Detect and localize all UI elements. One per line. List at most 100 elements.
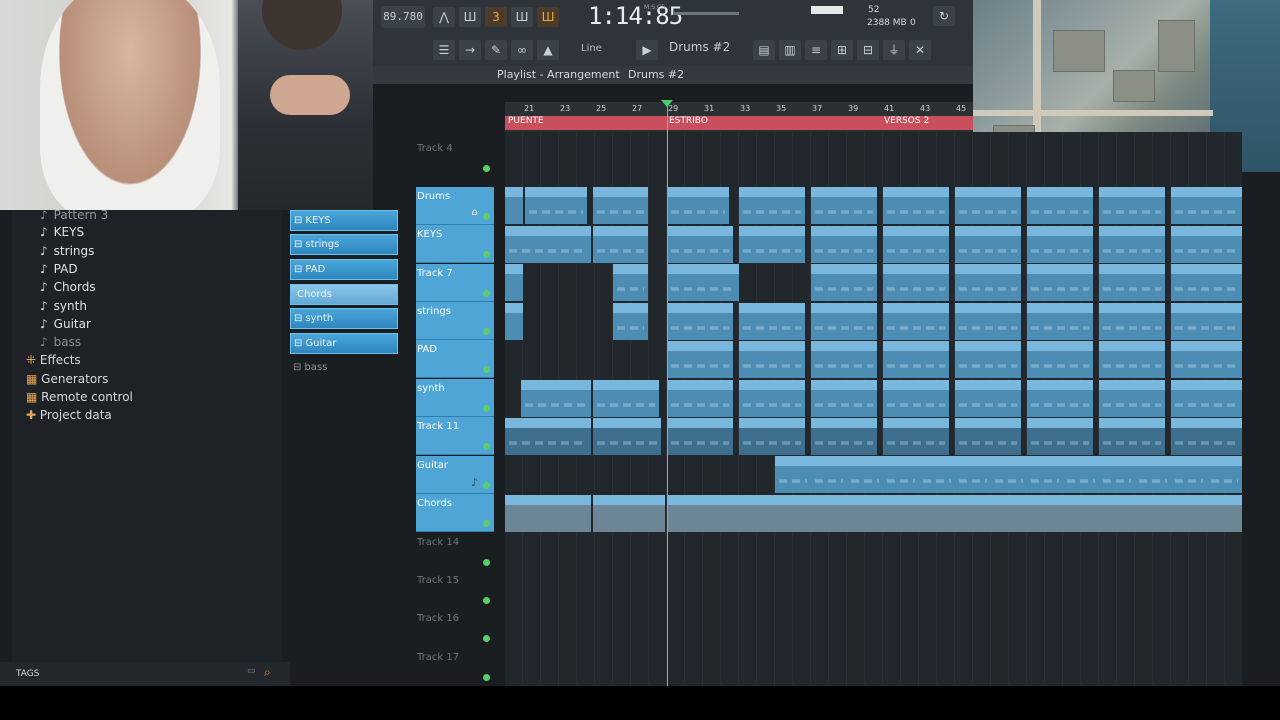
- track-header[interactable]: Track 11: [416, 417, 494, 455]
- clip-pad[interactable]: PAD: [739, 341, 805, 378]
- marker-puente[interactable]: PUENTE: [505, 116, 668, 130]
- clip-guitar[interactable]: Guitar: [919, 456, 955, 493]
- clip-chords[interactable]: Chords: [1099, 495, 1171, 532]
- folder-icon[interactable]: ▭: [247, 666, 256, 676]
- clip-bass[interactable]: bass: [1099, 418, 1165, 455]
- clip-pad[interactable]: PAD: [667, 341, 733, 378]
- timeline-ruler[interactable]: 21 23 25 27 29 31 33 35 37 39 41 43 45 P…: [505, 102, 973, 132]
- playhead[interactable]: [667, 100, 668, 690]
- picker-item[interactable]: ⊟ PAD: [290, 259, 398, 280]
- step-edit-icon[interactable]: Ш: [511, 7, 533, 27]
- clip-pattern-3[interactable]: Pattern 3: [883, 264, 949, 301]
- clip-pattern-3[interactable]: Pattern 3: [811, 264, 877, 301]
- clip-keys[interactable]: KEYS: [505, 226, 591, 263]
- clip-chords[interactable]: Chords: [667, 495, 739, 532]
- clip-drums-2[interactable]: Drums #2: [883, 187, 949, 224]
- clip-guitar[interactable]: Guitar: [775, 456, 811, 493]
- pattern-selector[interactable]: Drums #2: [669, 40, 730, 54]
- clip-drums[interactable]: Drums: [811, 187, 877, 224]
- clip-guitar[interactable]: Guitar: [847, 456, 883, 493]
- track-mute-icon[interactable]: [483, 328, 490, 335]
- clip-chords[interactable]: Chords: [739, 495, 811, 532]
- clip-pad[interactable]: PAD: [1099, 341, 1165, 378]
- clip-keys[interactable]: KEYS: [1099, 226, 1165, 263]
- clip-chords[interactable]: Chords: [505, 495, 591, 532]
- clip-drums[interactable]: Drums: [667, 187, 729, 224]
- clip-bass[interactable]: bass: [505, 418, 591, 455]
- clip-guitar[interactable]: Guitar: [1027, 456, 1063, 493]
- clip-strings[interactable]: strings: [739, 303, 805, 340]
- clip-bass[interactable]: bass: [883, 418, 949, 455]
- browser-item[interactable]: ♪ strings: [40, 244, 94, 258]
- channel-rack-icon[interactable]: ▥: [779, 40, 801, 60]
- clip-synth[interactable]: synth: [1099, 380, 1165, 417]
- arrangement-grid[interactable]: ⊟ Drums Drums Drums Drums Drums Drums #2…: [505, 132, 1242, 687]
- browser-item[interactable]: ♪ bass: [40, 335, 81, 349]
- clip-strings[interactable]: strings: [1099, 303, 1165, 340]
- track-mute-icon[interactable]: [483, 213, 490, 220]
- clip-keys[interactable]: KEYS: [1027, 226, 1093, 263]
- clip-keys[interactable]: KEYS: [955, 226, 1021, 263]
- clip-strings[interactable]: strings: [811, 303, 877, 340]
- clip-guitar[interactable]: Guitar: [1135, 456, 1171, 493]
- clip-synth[interactable]: synth: [739, 380, 805, 417]
- clip-bass[interactable]: bass: [739, 418, 805, 455]
- clip-synth[interactable]: synth: [1027, 380, 1093, 417]
- clip-bass[interactable]: bass: [667, 418, 733, 455]
- track-header[interactable]: Track 7: [416, 264, 494, 302]
- clip-chords[interactable]: Chords: [883, 495, 955, 532]
- clip-pattern-3[interactable]: Pattern 3: [1027, 264, 1093, 301]
- clip-chords[interactable]: Chords: [1171, 495, 1242, 532]
- browser-item[interactable]: ♪ synth: [40, 299, 87, 313]
- picker-item[interactable]: ⊟ strings: [290, 234, 398, 255]
- clip-guitar[interactable]: Guitar: [1063, 456, 1099, 493]
- arrow-right-icon[interactable]: →: [459, 40, 481, 60]
- track-header[interactable]: Track 16: [416, 609, 494, 646]
- clip-guitar[interactable]: Guitar: [955, 456, 991, 493]
- clip-strings[interactable]: ⊟: [505, 303, 523, 340]
- clip-pad[interactable]: PAD: [1027, 341, 1093, 378]
- clip-strings[interactable]: strings: [883, 303, 949, 340]
- track-header[interactable]: Track 17: [416, 648, 494, 685]
- track-header[interactable]: Chords: [416, 494, 494, 532]
- track-header[interactable]: KEYS: [416, 225, 494, 263]
- track-mute-icon[interactable]: [483, 165, 490, 172]
- clip-bass[interactable]: bass: [1027, 418, 1093, 455]
- browser-icon[interactable]: ⊟: [857, 40, 879, 60]
- browser-folder[interactable]: ▦ Remote control: [26, 390, 133, 404]
- track-header[interactable]: Track 15: [416, 571, 494, 608]
- clip-keys[interactable]: KEYS: [883, 226, 949, 263]
- track-mute-icon[interactable]: [483, 443, 490, 450]
- clip-synth[interactable]: synth: [667, 380, 733, 417]
- playlist-menu-icon[interactable]: ☰: [433, 40, 455, 60]
- clip-keys[interactable]: KEYS: [593, 226, 648, 263]
- track-header[interactable]: Drums ⌂: [416, 187, 494, 225]
- clip-guitar[interactable]: Guitar: [1171, 456, 1207, 493]
- track-mute-icon[interactable]: [483, 405, 490, 412]
- track-header[interactable]: Track 14: [416, 533, 494, 570]
- search-icon[interactable]: ⌕: [264, 665, 271, 680]
- browser-folder[interactable]: ▦ Generators: [26, 372, 108, 386]
- clip-chords[interactable]: Chords: [955, 495, 1027, 532]
- clip-drums[interactable]: Drums: [955, 187, 1021, 224]
- clip-bass[interactable]: bass: [955, 418, 1021, 455]
- browser-item[interactable]: ♪ Guitar: [40, 317, 91, 331]
- clip-guitar[interactable]: Guitar: [811, 456, 847, 493]
- clip-synth[interactable]: synth: [955, 380, 1021, 417]
- link-icon[interactable]: ∞: [511, 40, 533, 60]
- browser-item[interactable]: ♪ KEYS: [40, 225, 84, 239]
- clip-drums[interactable]: Drums: [593, 187, 648, 224]
- wait-input-icon[interactable]: Ш: [459, 7, 481, 27]
- clip-guitar[interactable]: Guitar: [1099, 456, 1135, 493]
- refresh-icon[interactable]: ↻: [933, 6, 955, 26]
- clip-drums[interactable]: Drums: [739, 187, 805, 224]
- marker-estribo[interactable]: ESTRIBO: [666, 116, 883, 130]
- clip-bass[interactable]: bass: [811, 418, 877, 455]
- brush-icon[interactable]: ✎: [485, 40, 507, 60]
- clip-keys[interactable]: KEYS: [667, 226, 733, 263]
- track-mute-icon[interactable]: [483, 366, 490, 373]
- clip-synth[interactable]: synth: [1171, 380, 1242, 417]
- plug-icon[interactable]: ⏚: [883, 40, 905, 60]
- clip-synth[interactable]: synth: [811, 380, 877, 417]
- master-pitch-slider[interactable]: [673, 12, 739, 15]
